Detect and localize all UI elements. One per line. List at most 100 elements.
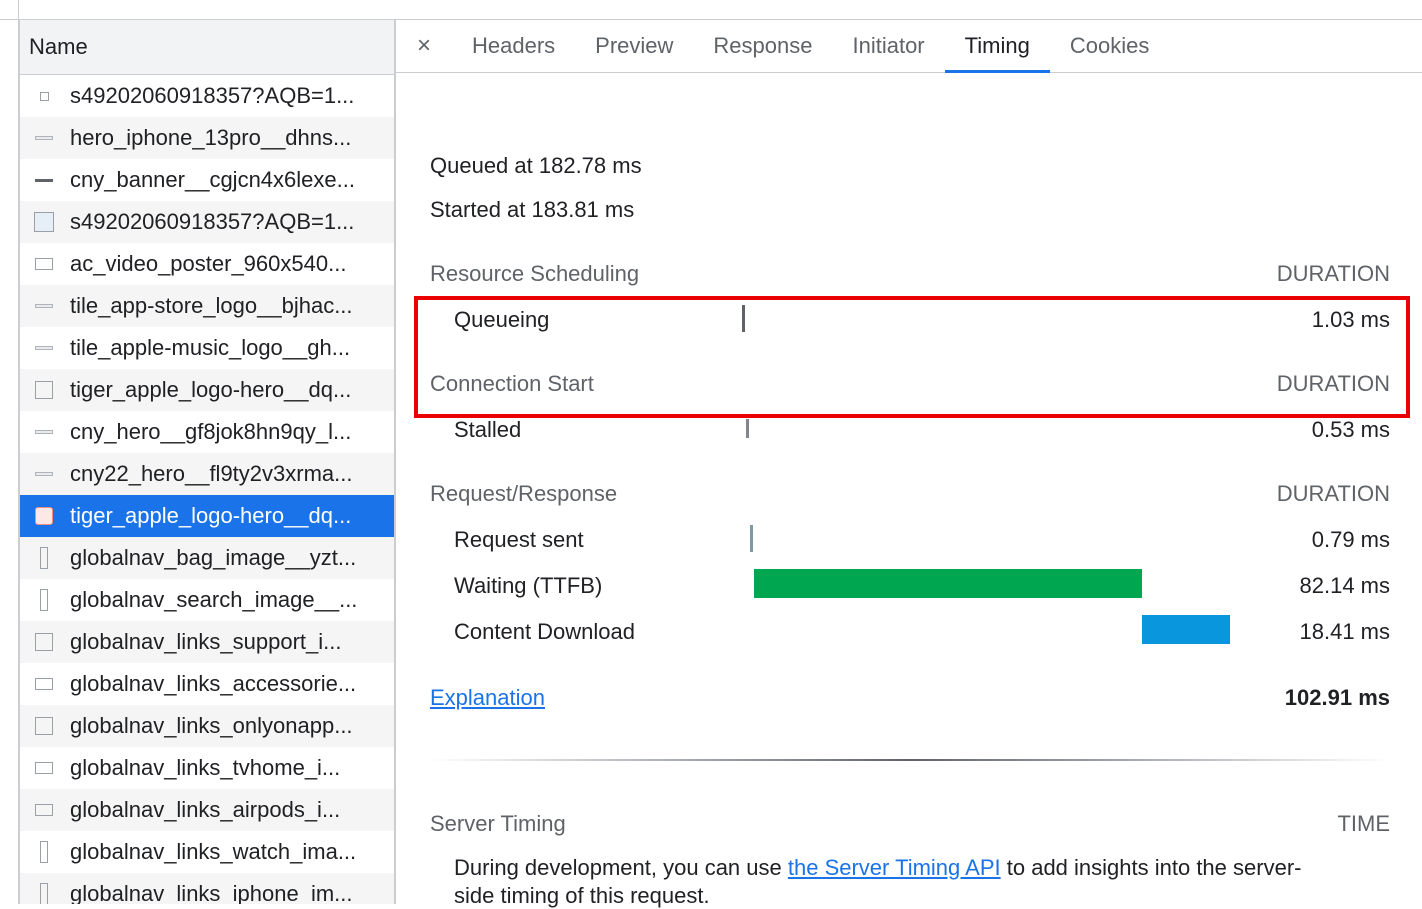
tab-preview[interactable]: Preview — [575, 20, 693, 72]
close-icon[interactable]: × — [396, 20, 452, 72]
request-name: cny_hero__gf8jok8hn9qy_l... — [70, 419, 352, 444]
request-row[interactable]: s49202060918357?AQB=1... — [20, 75, 394, 117]
square-icon — [34, 716, 54, 736]
server-timing-description-line2: side timing of this request. — [454, 883, 710, 908]
request-sent-value: 0.79 ms — [1311, 527, 1390, 552]
explanation-link[interactable]: Explanation — [430, 685, 545, 711]
stalled-bar — [746, 419, 749, 438]
request-name: s49202060918357?AQB=1... — [70, 209, 355, 234]
content-download-bar — [1142, 615, 1230, 644]
request-row[interactable]: globalnav_links_iphone_im... — [20, 873, 394, 904]
request-name: tiger_apple_logo-hero__dq... — [70, 503, 352, 528]
tall-rect-icon — [34, 589, 54, 611]
tall-rect-icon — [34, 547, 54, 569]
request-sent-bar — [750, 525, 753, 552]
tab-headers[interactable]: Headers — [452, 20, 575, 72]
details-tab-bar: × Headers Preview Response Initiator Tim… — [396, 20, 1422, 73]
request-name: globalnav_search_image__... — [70, 587, 358, 612]
request-name: globalnav_links_support_i... — [70, 629, 342, 654]
tab-timing[interactable]: Timing — [944, 20, 1051, 73]
stalled-value: 0.53 ms — [1311, 417, 1390, 442]
highlight-box — [414, 296, 1410, 418]
content-download-label: Content Download — [454, 619, 636, 644]
request-name: tiger_apple_logo-hero__dq... — [70, 377, 352, 402]
total-duration: 102.91 ms — [1284, 685, 1390, 710]
request-name: tile_app-store_logo__bjhac... — [70, 293, 353, 318]
duration-header: DURATION — [1276, 481, 1390, 506]
request-row[interactable]: tiger_apple_logo-hero__dq... — [20, 495, 394, 537]
name-column-header[interactable]: Name — [20, 20, 394, 75]
waiting-ttfb-label: Waiting (TTFB) — [454, 573, 603, 598]
dark-dash-icon — [34, 170, 54, 190]
request-row[interactable]: tile_apple-music_logo__gh... — [20, 327, 394, 369]
request-name: globalnav_links_iphone_im... — [70, 881, 353, 904]
request-row[interactable]: tiger_apple_logo-hero__dq... — [20, 369, 394, 411]
tab-initiator[interactable]: Initiator — [832, 20, 944, 72]
image-icon — [34, 212, 54, 232]
request-row[interactable]: s49202060918357?AQB=1... — [20, 201, 394, 243]
request-name: globalnav_links_accessorie... — [70, 671, 357, 696]
started-at-text: Started at 183.81 ms — [430, 197, 635, 222]
apple-image-icon — [34, 506, 54, 526]
request-row[interactable]: cny_banner__cgjcn4x6lexe... — [20, 159, 394, 201]
request-row[interactable]: hero_iphone_13pro__dhns... — [20, 117, 394, 159]
request-row[interactable]: tile_app-store_logo__bjhac... — [20, 285, 394, 327]
section-title-connection-start: Connection Start — [430, 371, 594, 396]
rect-icon — [34, 674, 54, 694]
stalled-label: Stalled — [454, 417, 522, 442]
request-name: globalnav_links_tvhome_i... — [70, 755, 341, 780]
request-row[interactable]: globalnav_links_support_i... — [20, 621, 394, 663]
request-name: globalnav_links_onlyonapp... — [70, 713, 353, 738]
dash-icon — [34, 422, 54, 442]
tab-cookies[interactable]: Cookies — [1050, 20, 1169, 72]
tall-rect-icon — [34, 841, 54, 863]
request-details-panel: × Headers Preview Response Initiator Tim… — [396, 20, 1422, 908]
request-row[interactable]: globalnav_links_tvhome_i... — [20, 747, 394, 789]
duration-header: DURATION — [1276, 261, 1390, 286]
square-icon — [34, 632, 54, 652]
content-download-value: 18.41 ms — [1299, 619, 1391, 644]
rect-icon — [34, 254, 54, 274]
request-row[interactable]: globalnav_search_image__... — [20, 579, 394, 621]
rect-icon — [34, 758, 54, 778]
tab-response[interactable]: Response — [693, 20, 832, 72]
top-strip — [0, 0, 1422, 20]
dash-icon — [34, 338, 54, 358]
rect-icon — [34, 800, 54, 820]
request-name: hero_iphone_13pro__dhns... — [70, 125, 352, 150]
request-row[interactable]: globalnav_links_airpods_i... — [20, 789, 394, 831]
queued-at-text: Queued at 182.78 ms — [430, 153, 642, 178]
request-row[interactable]: ac_video_poster_960x540... — [20, 243, 394, 285]
request-name: s49202060918357?AQB=1... — [70, 83, 355, 108]
duration-header: DURATION — [1276, 371, 1390, 396]
section-title-server-timing: Server Timing — [430, 811, 566, 836]
section-title-request-response: Request/Response — [430, 481, 618, 506]
request-name: globalnav_links_airpods_i... — [70, 797, 341, 822]
request-row[interactable]: globalnav_links_onlyonapp... — [20, 705, 394, 747]
time-header: TIME — [1337, 811, 1390, 836]
waiting-ttfb-value: 82.14 ms — [1299, 573, 1391, 598]
tall-rect-icon — [34, 883, 54, 904]
small-square-icon — [34, 86, 54, 106]
request-row[interactable]: cny22_hero__fl9ty2v3xrma... — [20, 453, 394, 495]
divider — [430, 759, 1390, 761]
dash-icon — [34, 296, 54, 316]
request-name: cny_banner__cgjcn4x6lexe... — [70, 167, 355, 192]
request-row[interactable]: cny_hero__gf8jok8hn9qy_l... — [20, 411, 394, 453]
square-icon — [34, 380, 54, 400]
request-name: ac_video_poster_960x540... — [70, 251, 347, 276]
request-name: cny22_hero__fl9ty2v3xrma... — [70, 461, 353, 486]
server-timing-description: During development, you can use the Serv… — [454, 855, 1302, 880]
request-name: tile_apple-music_logo__gh... — [70, 335, 351, 360]
request-name: globalnav_bag_image__yzt... — [70, 545, 357, 570]
dash-icon — [34, 464, 54, 484]
request-row[interactable]: globalnav_links_accessorie... — [20, 663, 394, 705]
request-name: globalnav_links_watch_ima... — [70, 839, 357, 864]
request-row[interactable]: globalnav_links_watch_ima... — [20, 831, 394, 873]
waiting-ttfb-bar — [754, 569, 1142, 598]
dash-icon — [34, 128, 54, 148]
server-timing-api-link[interactable]: the Server Timing API — [788, 855, 1001, 880]
request-row[interactable]: globalnav_bag_image__yzt... — [20, 537, 394, 579]
network-request-list: Name s49202060918357?AQB=1... hero_iphone… — [18, 20, 396, 904]
request-sent-label: Request sent — [454, 527, 584, 552]
